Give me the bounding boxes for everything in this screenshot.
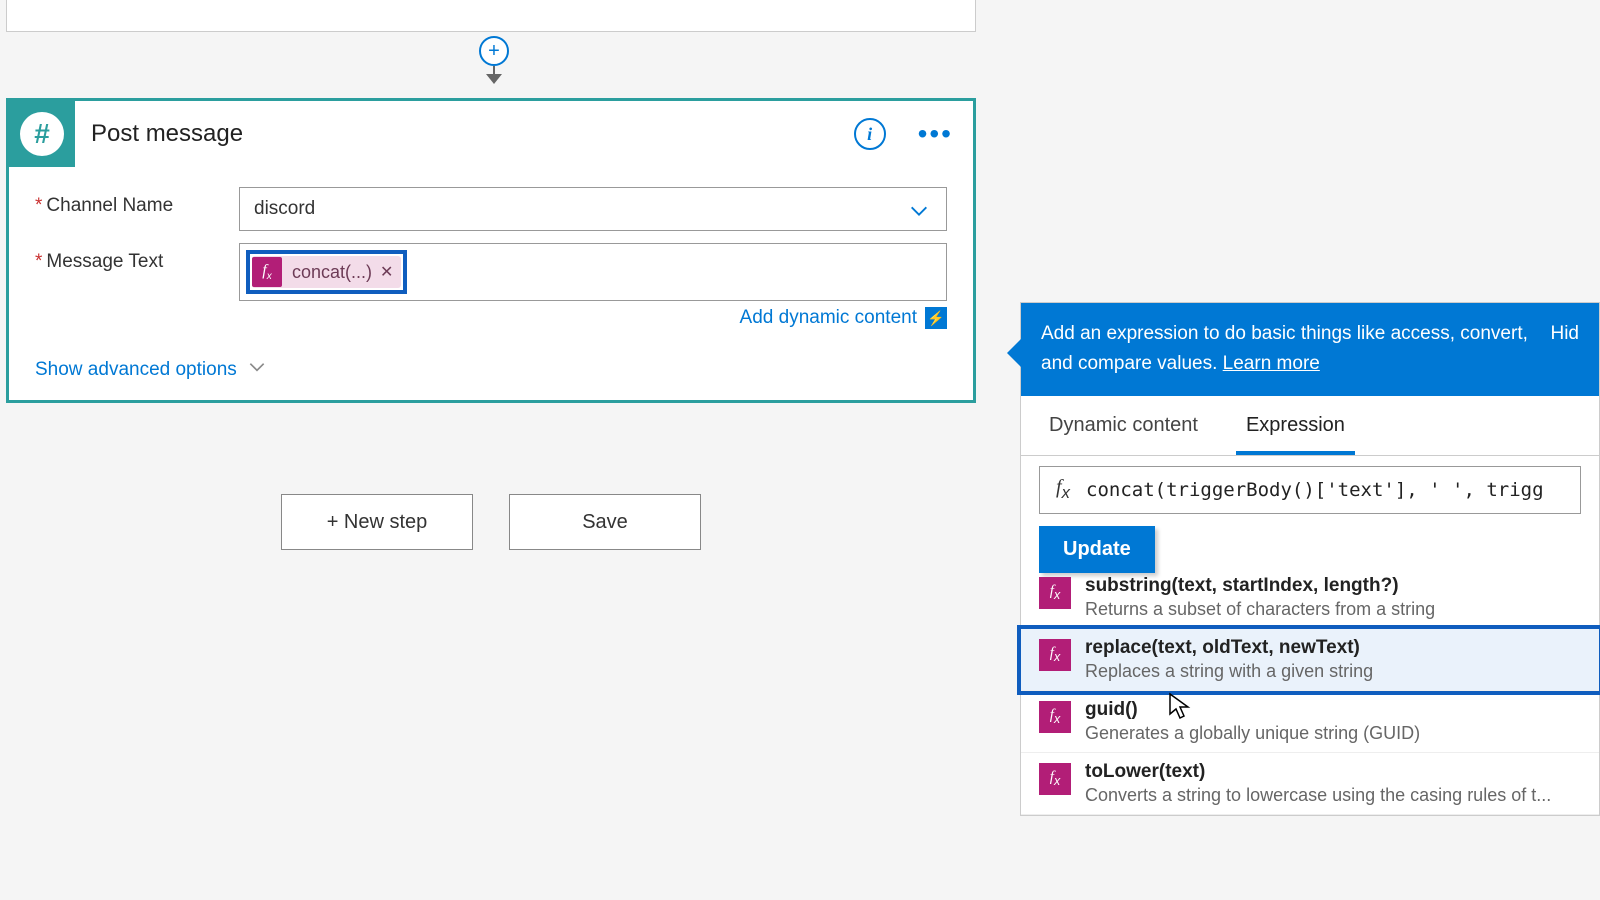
channel-name-value: discord — [254, 198, 315, 220]
previous-step-card[interactable] — [6, 0, 976, 32]
add-step-between-button[interactable]: + — [479, 36, 509, 66]
dynamic-content-icon[interactable]: ⚡ — [925, 307, 947, 329]
card-title: Post message — [75, 120, 854, 148]
connector-line — [493, 66, 495, 74]
expression-token[interactable]: fx concat(...) ✕ — [252, 256, 401, 288]
info-button[interactable]: i — [854, 118, 886, 150]
expression-input[interactable]: fx concat(triggerBody()['text'], ' ', tr… — [1039, 466, 1581, 514]
advanced-options-link[interactable]: Show advanced options — [35, 359, 237, 381]
chevron-down-icon — [908, 200, 930, 228]
advanced-options-row[interactable]: Show advanced options — [35, 357, 947, 382]
connector: + — [480, 36, 508, 84]
add-dynamic-row: Add dynamic content ⚡ — [239, 307, 947, 329]
card-body: *Channel Name discord *Message Text fx — [9, 167, 973, 400]
flyout-tabs: Dynamic content Expression — [1021, 396, 1599, 456]
flyout-caret-icon — [1007, 339, 1021, 367]
card-header[interactable]: # Post message i ••• — [9, 101, 973, 167]
channel-name-label: *Channel Name — [35, 187, 239, 217]
token-highlight: fx concat(...) ✕ — [246, 250, 407, 294]
function-desc: Replaces a string with a given string — [1085, 661, 1581, 682]
fx-icon: fx — [1039, 639, 1071, 671]
expression-flyout: Add an expression to do basic things lik… — [1020, 302, 1600, 816]
tab-dynamic-content[interactable]: Dynamic content — [1039, 396, 1208, 455]
save-button[interactable]: Save — [509, 494, 701, 550]
function-desc: Generates a globally unique string (GUID… — [1085, 723, 1581, 744]
fx-icon: fx — [1040, 467, 1086, 513]
learn-more-link[interactable]: Learn more — [1223, 353, 1320, 374]
hash-icon: # — [20, 112, 64, 156]
message-text-label-text: Message Text — [46, 251, 163, 272]
tab-expression[interactable]: Expression — [1236, 396, 1355, 455]
function-guid[interactable]: fx guid() Generates a globally unique st… — [1021, 691, 1599, 753]
flyout-intro: Add an expression to do basic things lik… — [1041, 319, 1530, 380]
flyout-header: Add an expression to do basic things lik… — [1021, 303, 1599, 396]
fx-icon: fx — [1039, 577, 1071, 609]
add-dynamic-content-link[interactable]: Add dynamic content — [740, 307, 917, 329]
function-sig: replace(text, oldText, newText) — [1085, 637, 1581, 659]
remove-token-button[interactable]: ✕ — [380, 262, 393, 282]
fx-icon: fx — [1039, 701, 1071, 733]
function-sig: toLower(text) — [1085, 761, 1581, 783]
more-menu-button[interactable]: ••• — [918, 120, 953, 148]
expression-input-row: fx concat(triggerBody()['text'], ' ', tr… — [1021, 456, 1599, 514]
expression-value: concat(triggerBody()['text'], ' ', trigg — [1086, 479, 1544, 501]
footer-buttons: + New step Save — [6, 494, 976, 550]
message-text-row: *Message Text fx concat(...) ✕ Add dynam… — [35, 243, 947, 329]
function-sig: substring(text, startIndex, length?) — [1085, 575, 1581, 597]
fx-icon: fx — [252, 257, 282, 287]
function-desc: Converts a string to lowercase using the… — [1085, 785, 1581, 806]
post-message-card: # Post message i ••• *Channel Name disco… — [6, 98, 976, 403]
function-desc: Returns a subset of characters from a st… — [1085, 599, 1581, 620]
message-text-label: *Message Text — [35, 243, 239, 273]
hide-link[interactable]: Hid — [1550, 319, 1579, 349]
token-label: concat(...) — [292, 262, 372, 283]
channel-name-label-text: Channel Name — [46, 195, 173, 216]
function-tolower[interactable]: fx toLower(text) Converts a string to lo… — [1021, 753, 1599, 815]
function-sig: guid() — [1085, 699, 1581, 721]
function-list: fx substring(text, startIndex, length?) … — [1021, 567, 1599, 815]
fx-icon: fx — [1039, 763, 1071, 795]
new-step-button[interactable]: + New step — [281, 494, 473, 550]
message-text-input[interactable]: fx concat(...) ✕ — [239, 243, 947, 301]
chevron-down-icon — [247, 357, 267, 382]
function-substring[interactable]: fx substring(text, startIndex, length?) … — [1021, 567, 1599, 629]
connector-icon: # — [9, 101, 75, 167]
update-button[interactable]: Update — [1039, 526, 1155, 573]
function-replace[interactable]: fx replace(text, oldText, newText) Repla… — [1021, 629, 1599, 691]
channel-name-select[interactable]: discord — [239, 187, 947, 231]
arrow-down-icon — [486, 74, 502, 84]
channel-name-row: *Channel Name discord — [35, 187, 947, 231]
